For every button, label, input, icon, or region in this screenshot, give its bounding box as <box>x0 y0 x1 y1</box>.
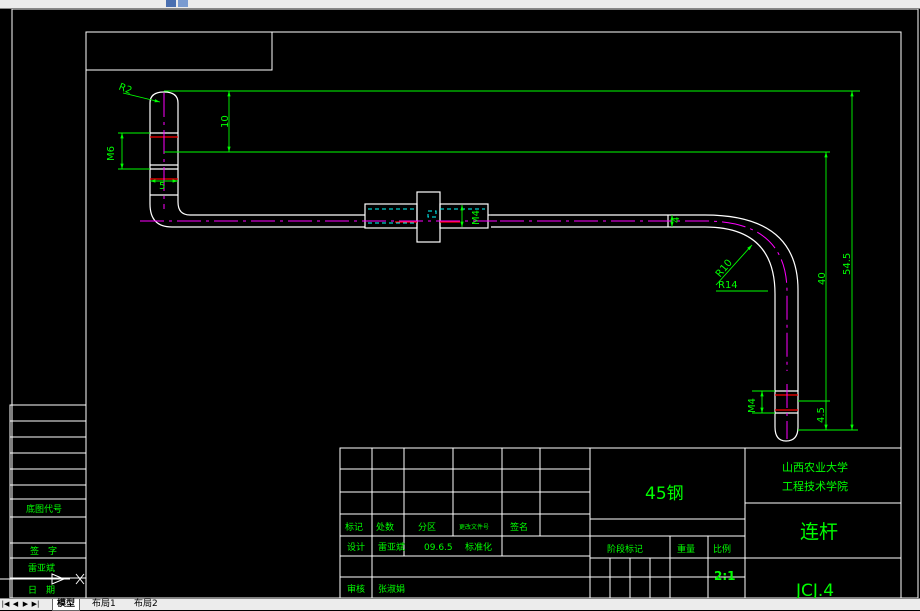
doc-no-label: 更改文件号 <box>459 523 489 531</box>
next-tab-button[interactable]: ▶ <box>21 599 30 609</box>
last-tab-button[interactable]: ▶| <box>31 599 40 609</box>
base-code-label: 底图代号 <box>26 503 62 515</box>
dimension-lines <box>118 90 860 431</box>
reviewer-name: 张淑娟 <box>378 583 405 595</box>
menu-toolbar-strip <box>0 0 920 9</box>
drawing-viewport[interactable]: R2 10 M6 5 M4 4 R10 R14 40 54.5 M4 4.5 底… <box>0 9 920 598</box>
design-label: 设计 <box>347 541 365 553</box>
ucs-icon <box>0 573 85 585</box>
zone-label: 分区 <box>418 522 436 533</box>
layout-tab-bar: |◀ ◀ ▶ ▶| 模型 布局1 布局2 <box>0 598 920 611</box>
stage-label: 阶段标记 <box>607 543 643 555</box>
tab-model[interactable]: 模型 <box>52 599 81 611</box>
dim-m4-bottom: M4 <box>747 398 758 413</box>
first-tab-button[interactable]: |◀ <box>1 599 10 609</box>
designer-name: 雷亚斌 <box>378 541 405 553</box>
centerlines <box>140 93 788 439</box>
side-date-label: 日 期 <box>28 585 55 596</box>
cad-drawing: R2 10 M6 5 M4 4 R10 R14 40 54.5 M4 4.5 底… <box>0 9 919 598</box>
count-label: 处数 <box>376 521 394 533</box>
dim-5: 5 <box>159 181 165 192</box>
review-label: 审核 <box>347 583 365 595</box>
tab-layout2[interactable]: 布局2 <box>130 599 162 610</box>
material: 45钢 <box>645 484 684 504</box>
sign-label-title: 签名 <box>510 521 528 533</box>
side-signer: 雷亚斌 <box>28 562 55 574</box>
ratio-label: 比例 <box>713 543 731 555</box>
sign-label: 签 字 <box>30 545 57 557</box>
dim-4-5: 4.5 <box>816 407 827 423</box>
scale-value: 2:1 <box>714 569 736 583</box>
tab-layout1[interactable]: 布局1 <box>88 599 120 610</box>
toolbar-icon[interactable] <box>178 0 188 7</box>
dim-4: 4 <box>671 217 682 223</box>
prev-tab-button[interactable]: ◀ <box>11 599 20 609</box>
dim-m6: M6 <box>106 146 117 161</box>
part-name: 连杆 <box>800 521 838 543</box>
dim-r14: R14 <box>718 280 738 291</box>
dim-40: 40 <box>817 272 828 285</box>
rod-outline <box>149 91 799 442</box>
dim-10: 10 <box>220 115 231 128</box>
dim-m4-coupling: M4 <box>471 210 482 225</box>
toolbar-icon[interactable] <box>166 0 176 7</box>
dim-r10: R10 <box>714 258 735 280</box>
mark-label: 标记 <box>345 521 363 533</box>
design-date: 09.6.5 <box>424 543 453 553</box>
dim-54-5: 54.5 <box>842 253 853 275</box>
school-line-2: 工程技术学院 <box>782 479 848 493</box>
weight-label: 重量 <box>677 543 695 555</box>
sheet-frame <box>11 9 919 598</box>
dimension-text: R2 10 M6 5 M4 4 R10 R14 40 54.5 M4 4.5 <box>106 82 853 423</box>
thread-marks <box>150 136 798 411</box>
school-line-1: 山西农业大学 <box>782 460 848 474</box>
standardize-label: 标准化 <box>465 541 492 553</box>
drawing-number: JCJ.4 <box>795 581 834 598</box>
